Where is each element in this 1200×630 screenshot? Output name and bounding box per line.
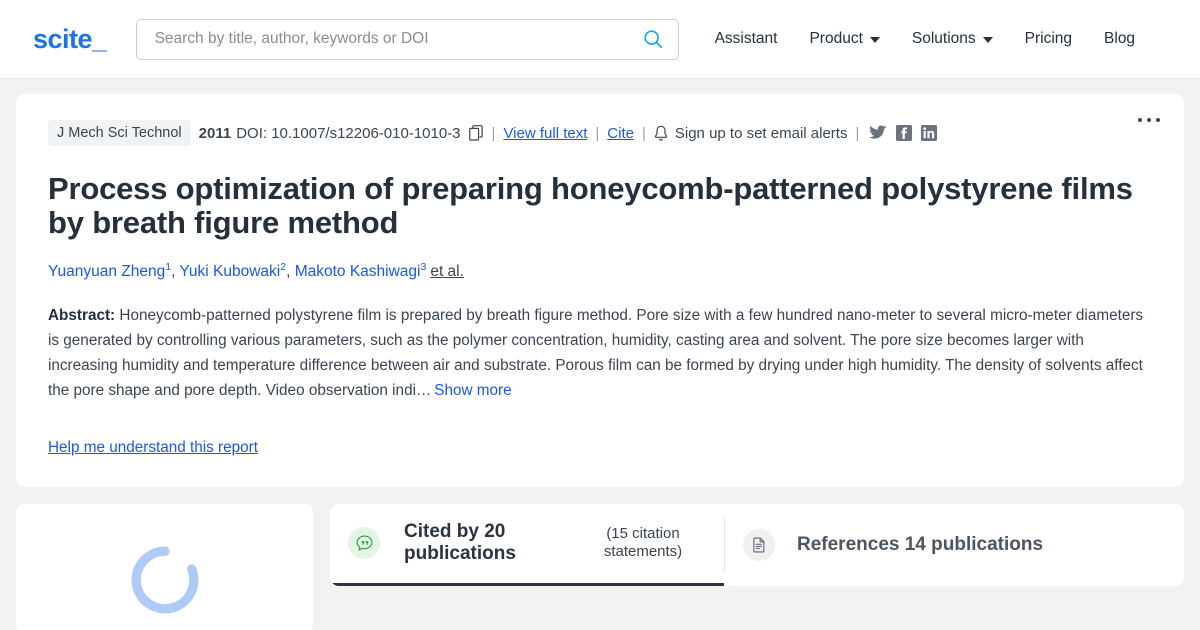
abstract-label: Abstract:	[48, 307, 116, 325]
nav-item-product[interactable]: Product	[793, 30, 895, 48]
copy-icon[interactable]	[468, 125, 484, 141]
citation-bubble-icon	[348, 527, 380, 560]
author-separator: ,	[286, 263, 295, 281]
social-share-group	[869, 125, 938, 141]
author-affiliation-sup: 3	[420, 261, 427, 274]
nav-label: Assistant	[714, 30, 778, 47]
meta-separator: |	[855, 124, 860, 142]
search-input[interactable]	[152, 29, 642, 49]
document-icon	[743, 528, 775, 561]
cited-by-label: Cited by 20 publications	[404, 521, 516, 565]
nav-label: Pricing	[1024, 30, 1073, 47]
references-label: References 14 publications	[797, 533, 1044, 555]
meta-separator: |	[595, 124, 600, 142]
twitter-icon[interactable]	[869, 125, 887, 141]
search-box[interactable]	[135, 18, 679, 60]
author-name: Makoto Kashiwagi	[294, 263, 421, 281]
help-understand-report-link[interactable]: Help me understand this report	[48, 439, 258, 457]
meta-separator: |	[641, 124, 646, 142]
tab-references[interactable]: References 14 publications	[725, 504, 1069, 586]
nav-label: Product	[809, 30, 863, 47]
author-link[interactable]: Yuanyuan Zheng1	[48, 261, 171, 281]
article-metadata-row: J Mech Sci Technol 2011 DOI: 10.1007/s12…	[48, 120, 1152, 146]
article-card: J Mech Sci Technol 2011 DOI: 10.1007/s12…	[16, 94, 1184, 487]
nav-item-solutions[interactable]: Solutions	[896, 30, 1009, 48]
tab-cited-by[interactable]: Cited by 20 publications (15 citation st…	[330, 504, 724, 586]
journal-badge: J Mech Sci Technol	[48, 120, 191, 146]
facebook-icon[interactable]	[896, 125, 913, 141]
citation-statements-count: (15 citation statements)	[603, 525, 683, 561]
author-name: Yuanyuan Zheng	[48, 263, 166, 281]
citation-tabs: Cited by 20 publications (15 citation st…	[330, 503, 1184, 586]
publication-year: 2011	[198, 124, 232, 142]
main-navigation: Assistant Product Solutions Pricing Blog	[703, 30, 1152, 48]
search-icon[interactable]	[642, 28, 664, 50]
site-header: scite_ Assistant Product Solutions Prici…	[0, 0, 1200, 79]
linkedin-icon[interactable]	[921, 125, 938, 141]
author-list: Yuanyuan Zheng1, Yuki Kubowaki2, Makoto …	[48, 261, 1152, 282]
nav-item-assistant[interactable]: Assistant	[703, 30, 794, 48]
scite-logo[interactable]: scite_	[33, 24, 107, 55]
cite-link[interactable]: Cite	[607, 125, 634, 142]
loading-panel	[16, 503, 313, 630]
nav-label: Solutions	[911, 30, 976, 47]
nav-item-blog[interactable]: Blog	[1088, 30, 1151, 48]
more-options-icon[interactable]	[1138, 118, 1160, 122]
author-link[interactable]: Yuki Kubowaki2	[179, 261, 286, 281]
bottom-section: Cited by 20 publications (15 citation st…	[0, 487, 1200, 630]
chevron-down-icon	[982, 37, 993, 43]
page-title: Process optimization of preparing honeyc…	[48, 171, 1133, 241]
nav-item-pricing[interactable]: Pricing	[1009, 30, 1088, 48]
loading-spinner	[131, 546, 198, 613]
abstract-body: Honeycomb-patterned polystyrene film is …	[48, 307, 1144, 399]
show-more-link[interactable]: Show more	[434, 382, 511, 399]
author-name: Yuki Kubowaki	[179, 263, 281, 281]
bell-icon[interactable]	[654, 125, 668, 142]
abstract-text: Abstract: Honeycomb-patterned polystyren…	[48, 304, 1152, 403]
author-link[interactable]: Makoto Kashiwagi3	[294, 261, 427, 281]
chevron-down-icon	[869, 37, 880, 43]
view-full-text-link[interactable]: View full text	[503, 125, 587, 142]
doi-text: DOI: 10.1007/s12206-010-1010-3	[236, 124, 461, 142]
et-al-link[interactable]: et al.	[430, 263, 464, 280]
page-body: J Mech Sci Technol 2011 DOI: 10.1007/s12…	[0, 79, 1200, 487]
email-alerts-label[interactable]: Sign up to set email alerts	[675, 125, 848, 142]
meta-separator: |	[491, 124, 496, 142]
nav-label: Blog	[1104, 30, 1136, 47]
